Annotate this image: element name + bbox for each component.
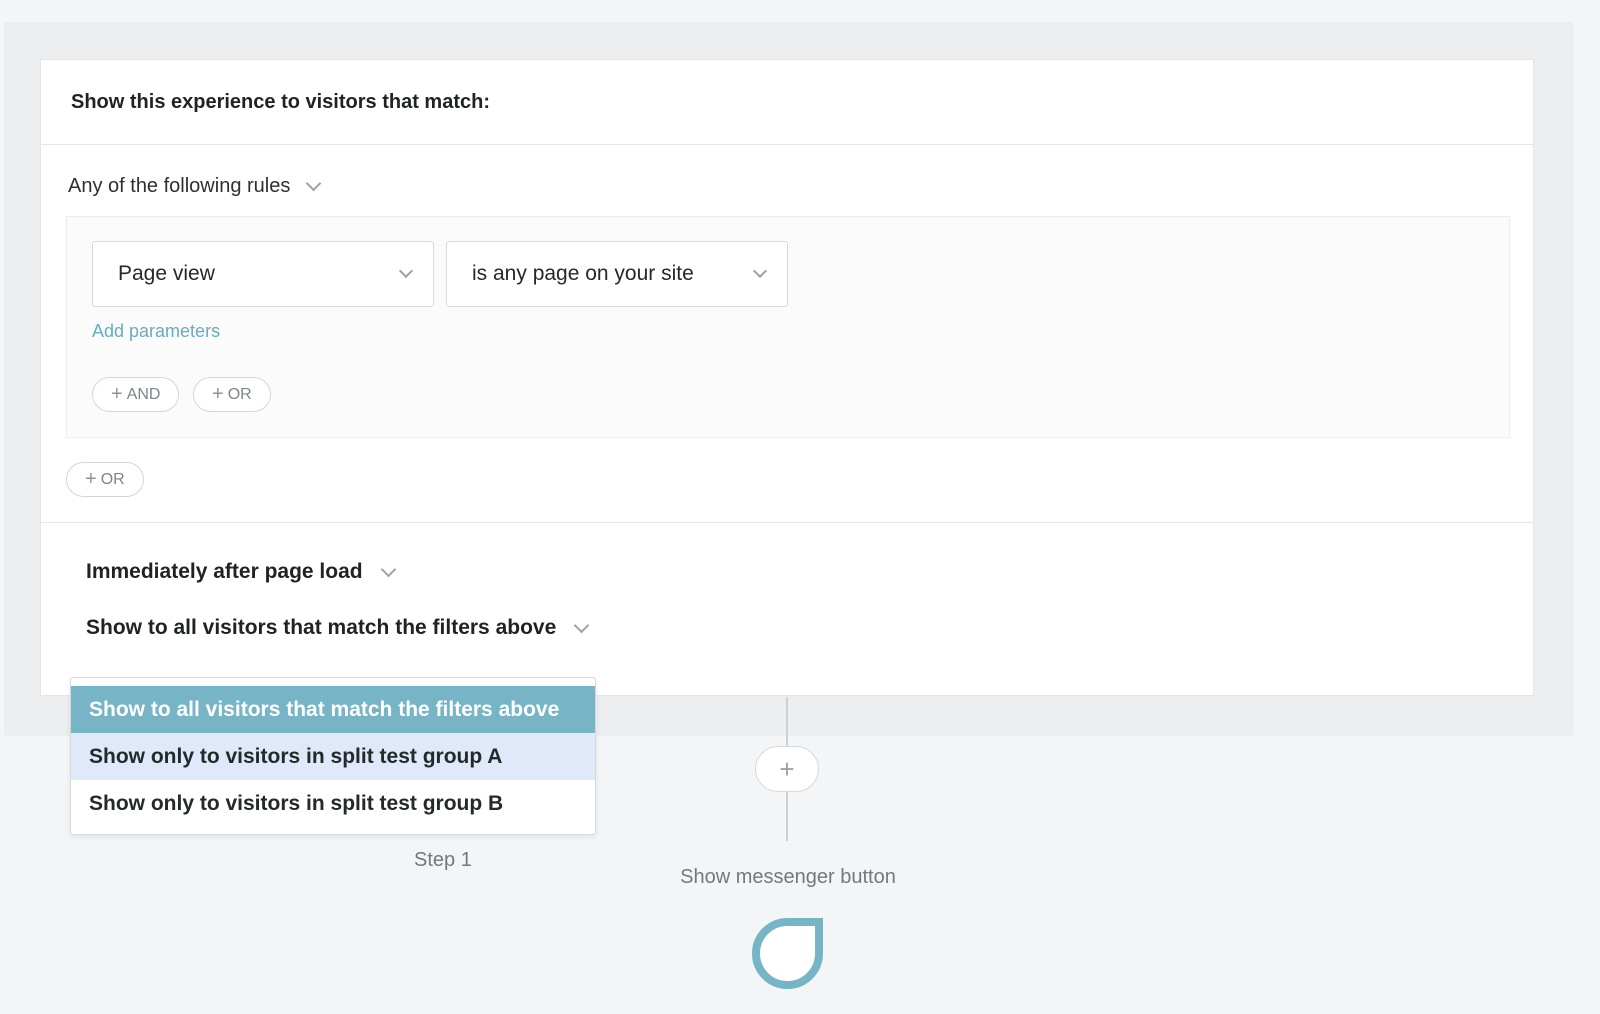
audience-option-group-b[interactable]: Show only to visitors in split test grou… bbox=[71, 780, 595, 827]
card-title: Show this experience to visitors that ma… bbox=[71, 90, 490, 113]
flow-connector-top bbox=[786, 697, 788, 746]
audience-option-group-a[interactable]: Show only to visitors in split test grou… bbox=[71, 733, 595, 780]
plus-icon: + bbox=[85, 468, 97, 490]
targeting-card: Show this experience to visitors that ma… bbox=[40, 59, 1534, 696]
audience-option-all[interactable]: Show to all visitors that match the filt… bbox=[71, 686, 595, 733]
plus-icon: + bbox=[111, 383, 123, 405]
or-label: OR bbox=[100, 470, 125, 488]
card-header: Show this experience to visitors that ma… bbox=[41, 60, 1533, 145]
audience-select[interactable]: Show to all visitors that match the filt… bbox=[86, 616, 590, 640]
step-label: Step 1 bbox=[414, 849, 472, 871]
add-or-group-button[interactable]: + OR bbox=[66, 462, 144, 497]
section-divider bbox=[41, 522, 1533, 523]
flow-connector-bottom bbox=[786, 792, 788, 841]
chevron-down-icon bbox=[380, 561, 396, 577]
rule-group: Page view is any page on your site Add p… bbox=[66, 216, 1510, 438]
or-label: OR bbox=[227, 385, 252, 403]
audience-dropdown-menu: Show to all visitors that match the filt… bbox=[70, 677, 596, 835]
add-or-inner-button[interactable]: + OR bbox=[193, 377, 271, 412]
condition-select-value: is any page on your site bbox=[472, 262, 694, 285]
chevron-down-icon bbox=[752, 263, 768, 279]
add-step-button[interactable]: + bbox=[755, 746, 819, 792]
plus-icon: + bbox=[779, 753, 795, 784]
messenger-bubble-icon[interactable] bbox=[750, 916, 825, 991]
event-select-value: Page view bbox=[118, 262, 215, 285]
rules-mode-label: Any of the following rules bbox=[68, 174, 291, 197]
add-parameters-link[interactable]: Add parameters bbox=[92, 321, 220, 342]
condition-select[interactable]: is any page on your site bbox=[446, 241, 788, 307]
and-label: AND bbox=[126, 385, 161, 403]
chevron-down-icon bbox=[398, 263, 414, 279]
event-select[interactable]: Page view bbox=[92, 241, 434, 307]
node-title: Show messenger button bbox=[680, 866, 896, 888]
add-and-button[interactable]: + AND bbox=[92, 377, 180, 412]
plus-icon: + bbox=[212, 383, 224, 405]
timing-select[interactable]: Immediately after page load bbox=[86, 560, 396, 584]
audience-label: Show to all visitors that match the filt… bbox=[86, 616, 557, 639]
timing-label: Immediately after page load bbox=[86, 560, 363, 583]
rules-mode-select[interactable]: Any of the following rules bbox=[68, 169, 322, 203]
chevron-down-icon bbox=[306, 175, 322, 191]
chevron-down-icon bbox=[573, 617, 590, 633]
